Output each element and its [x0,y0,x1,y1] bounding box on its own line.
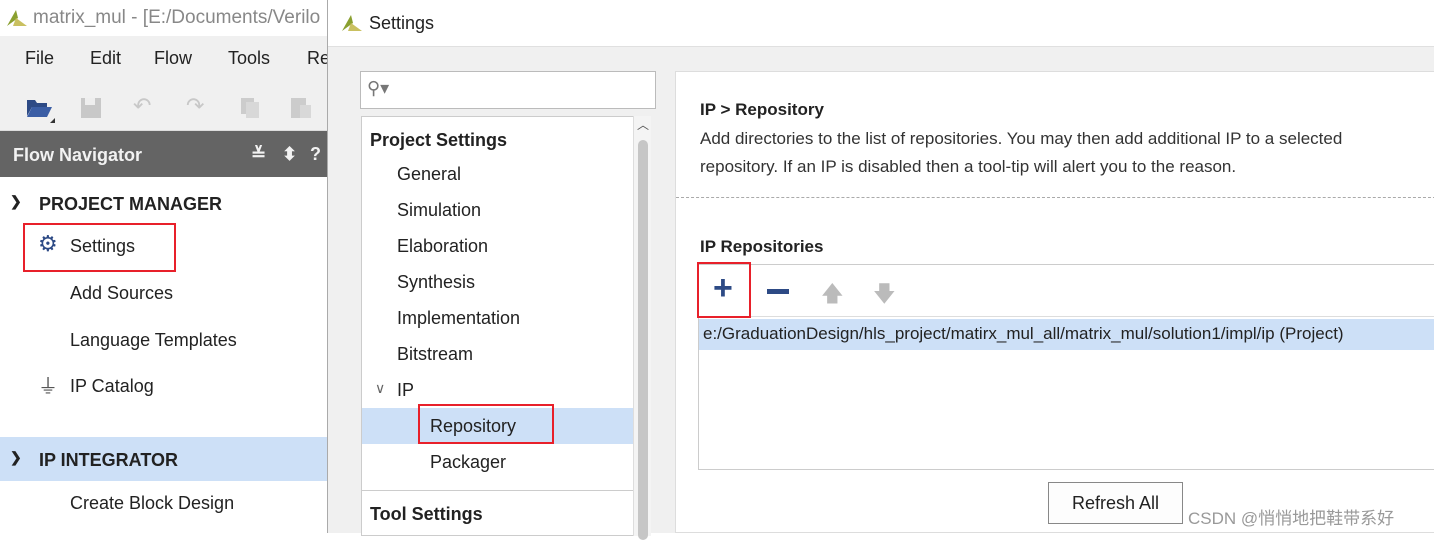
menu-flow[interactable]: Flow [154,48,192,69]
move-down-icon[interactable]: 🡇 [873,277,896,315]
scroll-up-icon[interactable]: ︿ [637,116,649,133]
toolbar: ↶ ↷ [0,81,328,131]
chevron-down-icon[interactable]: ∨ [375,380,385,397]
help-icon[interactable]: ? [310,144,321,165]
scrollbar-thumb[interactable] [638,140,648,540]
section-label: IP INTEGRATOR [39,450,179,470]
chevron-down-icon: ❯ [10,449,22,465]
expand-icon[interactable]: ⬍ [282,144,297,165]
flow-navigator-header: Flow Navigator ≚ ⬍ ? [0,131,328,177]
copy-icon[interactable] [240,97,260,119]
menu-edit[interactable]: Edit [90,48,121,69]
divider [676,197,1434,198]
nav-item-label: Add Sources [70,283,174,303]
nav-item-label: IP Catalog [70,376,154,396]
refresh-all-button[interactable]: Refresh All [1048,482,1183,524]
redo-icon[interactable]: ↷ [186,93,204,119]
settings-dialog: Settings ⚲▾ Project Settings General Sim… [327,0,1434,540]
nav-item-ip-catalog[interactable]: ⏚ IP Catalog [0,366,328,406]
tree-item-general[interactable]: General [397,164,461,185]
window-title: matrix_mul - [E:/Documents/Verilo [33,7,321,28]
open-folder-icon[interactable] [26,96,56,124]
nav-item-language-templates[interactable]: Language Templates [0,320,328,360]
panel-description: Add directories to the list of repositor… [700,129,1343,148]
settings-search-input[interactable]: ⚲▾ [360,71,656,109]
title-bar: matrix_mul - [E:/Documents/Verilo [0,0,328,36]
vivado-logo-icon [342,15,362,31]
paste-icon[interactable] [290,97,312,119]
highlight-box [23,223,176,272]
tree-item-packager[interactable]: Packager [430,452,506,473]
section-project-manager[interactable]: ❯ PROJECT MANAGER [0,184,328,224]
settings-tree: Project Settings General Simulation Elab… [361,116,651,536]
search-icon: ⚲▾ [367,78,390,98]
tree-header-project-settings: Project Settings [370,130,508,150]
repositories-table: + 🡅 🡇 e:/GraduationDesign/hls_project/ma… [697,262,1434,470]
nav-item-label: Language Templates [70,330,237,350]
tree-header-tool-settings: Tool Settings [370,504,483,524]
menu-file[interactable]: File [25,48,54,69]
repos-title: IP Repositories [700,237,824,256]
repos-toolbar: + 🡅 🡇 [699,265,1434,317]
section-label: PROJECT MANAGER [39,194,223,214]
menu-tools[interactable]: Tools [228,48,270,69]
repo-row[interactable]: e:/GraduationDesign/hls_project/matirx_m… [699,319,1434,350]
main-window: matrix_mul - [E:/Documents/Verilo File E… [0,0,330,533]
remove-icon[interactable] [767,289,789,294]
tree-item-implementation[interactable]: Implementation [397,308,520,329]
repo-path: e:/GraduationDesign/hls_project/matirx_m… [703,324,1344,343]
menu-bar: File Edit Flow Tools Re [0,36,330,81]
watermark: CSDN @悄悄地把鞋带系好 [1188,509,1395,528]
ip-catalog-icon: ⏚ [38,376,58,398]
tree-item-elaboration[interactable]: Elaboration [397,236,488,257]
dialog-title-bar: Settings [328,0,1434,47]
tree-item-simulation[interactable]: Simulation [397,200,481,221]
move-up-icon[interactable]: 🡅 [821,277,844,315]
undo-icon[interactable]: ↶ [133,93,151,119]
panel-breadcrumb: IP > Repository [700,100,824,119]
tree-item-synthesis[interactable]: Synthesis [397,272,475,293]
highlight-box [697,262,751,318]
nav-item-label: Create Block Design [70,493,235,513]
chevron-down-icon: ❯ [10,193,22,209]
vivado-logo-icon [7,10,27,26]
save-icon[interactable] [80,97,102,119]
highlight-box [418,404,554,444]
flow-navigator-title: Flow Navigator [13,145,143,165]
panel-description: repository. If an IP is disabled then a … [700,157,1237,176]
tree-item-ip[interactable]: IP [397,380,414,401]
section-ip-integrator[interactable]: ❯ IP INTEGRATOR [0,437,328,481]
nav-item-add-sources[interactable]: Add Sources [0,273,328,313]
dialog-title: Settings [369,13,435,33]
collapse-all-icon[interactable]: ≚ [251,144,266,165]
tree-item-bitstream[interactable]: Bitstream [397,344,473,365]
tree-scrollbar[interactable]: ︿ [633,116,651,540]
nav-item-create-block-design[interactable]: Create Block Design [0,483,328,523]
